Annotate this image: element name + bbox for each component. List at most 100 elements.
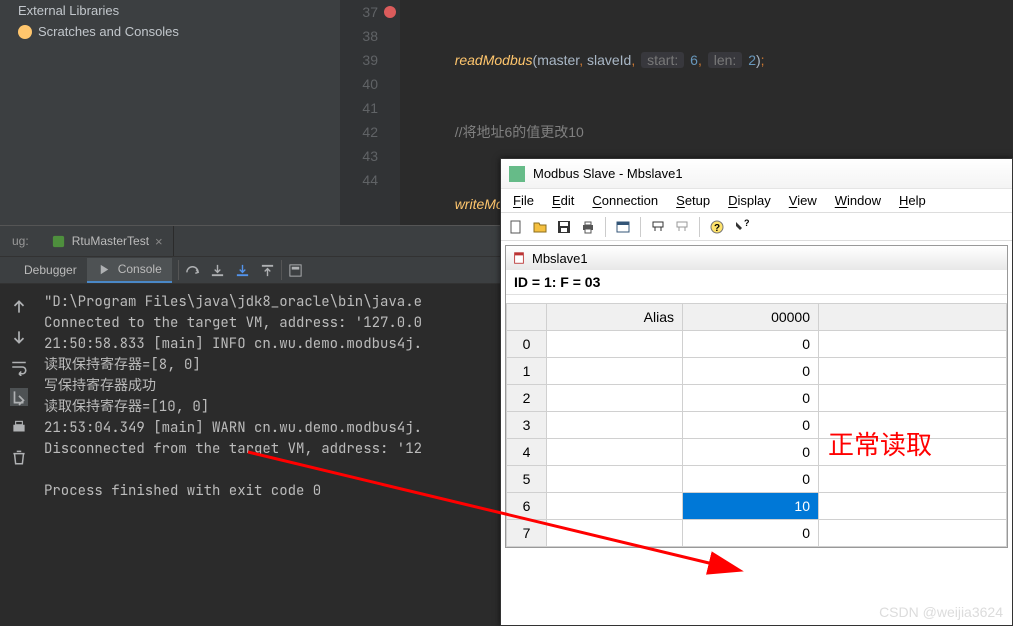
row-index: 3: [507, 412, 547, 439]
cell-alias[interactable]: [547, 520, 683, 547]
window-titlebar[interactable]: Modbus Slave - Mbslave1: [501, 159, 1012, 189]
line-number: 42: [340, 120, 400, 144]
menu-edit[interactable]: Edit: [544, 191, 582, 210]
menu-window[interactable]: Window: [827, 191, 889, 210]
tab-label: RtuMasterTest: [72, 234, 149, 248]
cell-value[interactable]: 0: [683, 385, 819, 412]
toolbar: ? ?: [501, 213, 1012, 241]
col-extra: [819, 304, 1007, 331]
breakpoint-icon[interactable]: [384, 6, 396, 18]
mdi-titlebar[interactable]: Mbslave1: [506, 246, 1007, 270]
cell-alias[interactable]: [547, 439, 683, 466]
line-number: 38: [340, 24, 400, 48]
print-icon[interactable]: [10, 418, 28, 436]
window-icon[interactable]: [612, 216, 634, 238]
row-index: 1: [507, 358, 547, 385]
separator: [605, 217, 606, 237]
print-icon[interactable]: [577, 216, 599, 238]
cell-alias[interactable]: [547, 466, 683, 493]
cell-value[interactable]: 0: [683, 466, 819, 493]
subtab-debugger[interactable]: Debugger: [14, 259, 87, 281]
modbus-slave-window[interactable]: Modbus Slave - Mbslave1 File Edit Connec…: [500, 158, 1013, 626]
col-val[interactable]: 00000: [683, 304, 819, 331]
doc-icon: [512, 251, 526, 265]
line-number: 44: [340, 168, 400, 192]
whatsthis-icon[interactable]: ?: [730, 216, 752, 238]
menu-connection[interactable]: Connection: [584, 191, 666, 210]
tree-label: Scratches and Consoles: [38, 24, 179, 39]
menu-view[interactable]: View: [781, 191, 825, 210]
scratches-icon: [18, 25, 32, 39]
table-row[interactable]: 50: [507, 466, 1007, 493]
cell-alias[interactable]: [547, 331, 683, 358]
cell-value[interactable]: 10: [683, 493, 819, 520]
step-into-icon[interactable]: [210, 263, 225, 278]
step-out-icon[interactable]: [260, 263, 275, 278]
table-row[interactable]: 10: [507, 358, 1007, 385]
menu-setup[interactable]: Setup: [668, 191, 718, 210]
up-icon[interactable]: [10, 298, 28, 316]
separator: [640, 217, 641, 237]
cell-value[interactable]: 0: [683, 412, 819, 439]
down-icon[interactable]: [10, 328, 28, 346]
connect-icon[interactable]: [647, 216, 669, 238]
open-icon[interactable]: [529, 216, 551, 238]
debug-run-tab[interactable]: RtuMasterTest ×: [41, 226, 174, 256]
cell-extra: [819, 331, 1007, 358]
window-title: Modbus Slave - Mbslave1: [533, 166, 683, 181]
annotation-text: 正常读取: [828, 425, 932, 462]
subtab-console[interactable]: Console: [87, 258, 172, 283]
row-index: 4: [507, 439, 547, 466]
new-icon[interactable]: [505, 216, 527, 238]
cell-value[interactable]: 0: [683, 331, 819, 358]
line-number: 43: [340, 144, 400, 168]
mdi-child-window[interactable]: Mbslave1 ID = 1: F = 03 Alias 00000 0010…: [505, 245, 1008, 548]
col-alias[interactable]: Alias: [547, 304, 683, 331]
trash-icon[interactable]: [10, 448, 28, 466]
close-icon[interactable]: ×: [155, 234, 163, 249]
svg-text:?: ?: [714, 223, 720, 234]
cell-alias[interactable]: [547, 412, 683, 439]
cell-alias[interactable]: [547, 385, 683, 412]
col-blank: [507, 304, 547, 331]
evaluate-icon[interactable]: [288, 263, 303, 278]
debug-label: ug:: [0, 234, 41, 248]
disconnect-icon[interactable]: [671, 216, 693, 238]
cell-extra: [819, 385, 1007, 412]
row-index: 0: [507, 331, 547, 358]
subtab-label: Console: [118, 262, 162, 276]
code-fn: readModbus: [455, 52, 533, 68]
step-over-icon[interactable]: [185, 263, 200, 278]
line-number: 39: [340, 48, 400, 72]
mdi-title-text: Mbslave1: [532, 251, 588, 266]
cell-value[interactable]: 0: [683, 358, 819, 385]
table-row[interactable]: 70: [507, 520, 1007, 547]
save-icon[interactable]: [553, 216, 575, 238]
cell-extra: [819, 493, 1007, 520]
cell-alias[interactable]: [547, 493, 683, 520]
run-icon: [51, 234, 66, 249]
step-into-force-icon[interactable]: [235, 263, 250, 278]
help-icon[interactable]: ?: [706, 216, 728, 238]
wrap-icon[interactable]: [10, 358, 28, 376]
cell-value[interactable]: 0: [683, 520, 819, 547]
editor-gutter[interactable]: 37 38 39 40 41 42 43 44: [340, 0, 400, 225]
menu-help[interactable]: Help: [891, 191, 934, 210]
table-row[interactable]: 610: [507, 493, 1007, 520]
scroll-end-icon[interactable]: [10, 388, 28, 406]
table-row[interactable]: 00: [507, 331, 1007, 358]
table-row[interactable]: 20: [507, 385, 1007, 412]
code-comment: //将地址6的值更改10: [455, 124, 584, 140]
play-icon: [97, 262, 112, 277]
menu-file[interactable]: File: [505, 191, 542, 210]
cell-alias[interactable]: [547, 358, 683, 385]
tree-item-external-libraries[interactable]: External Libraries: [0, 0, 340, 21]
menu-display[interactable]: Display: [720, 191, 779, 210]
menubar: File Edit Connection Setup Display View …: [501, 189, 1012, 213]
tree-item-scratches[interactable]: Scratches and Consoles: [0, 21, 340, 42]
modbus-status: ID = 1: F = 03: [506, 270, 1007, 295]
cell-extra: [819, 520, 1007, 547]
cell-value[interactable]: 0: [683, 439, 819, 466]
line-number: 37: [362, 4, 378, 20]
separator: [178, 260, 179, 280]
